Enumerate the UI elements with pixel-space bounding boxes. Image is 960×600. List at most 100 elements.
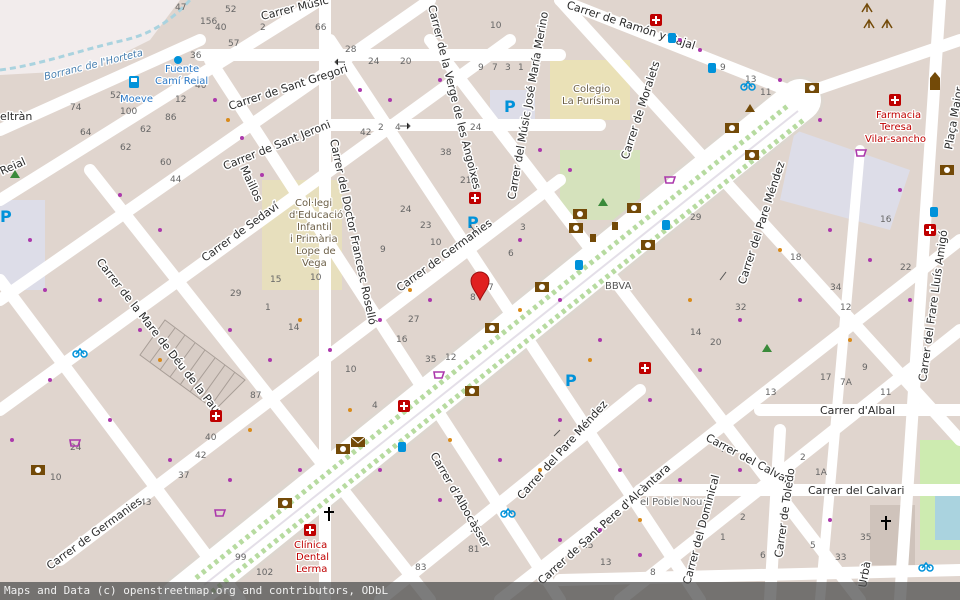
pharmacy-icon	[398, 400, 410, 412]
poi-label-fuente-line1: Fuente	[165, 64, 199, 75]
house-number: 9	[720, 63, 726, 73]
house-number: 35	[425, 355, 436, 365]
house-number: 15	[270, 275, 281, 285]
house-number: 8	[470, 293, 476, 303]
map-attribution[interactable]: Maps and Data (c) openstreetmap.org and …	[0, 582, 960, 600]
house-number: 16	[880, 215, 892, 225]
poi-label-clinica-line2: Dental	[296, 552, 329, 563]
house-number: 47	[175, 3, 186, 13]
bus-icon	[398, 442, 406, 452]
bank-icon	[745, 150, 759, 160]
bank-icon	[725, 123, 739, 133]
house-number: 24	[400, 205, 412, 215]
bank-icon	[336, 444, 350, 454]
house-number: 44	[170, 175, 182, 185]
house-number: 20	[710, 338, 722, 348]
house-number: 2	[740, 513, 746, 523]
poi-label-clinica-line1: Clínica	[294, 539, 327, 551]
house-number: 20	[400, 57, 412, 67]
street-label-carrer-albal: Carrer d'Albal	[820, 404, 895, 417]
house-number: 28	[345, 45, 357, 55]
house-number: 11	[880, 388, 891, 398]
pharmacy-icon	[469, 192, 481, 204]
poi-label-collegi-line3: Infantil	[297, 222, 332, 233]
bank-icon	[31, 465, 45, 475]
bank-icon	[641, 240, 655, 250]
poi-label-clinica-line3: Lerma	[296, 564, 327, 575]
house-number: 12	[840, 303, 851, 313]
house-number: 1	[518, 63, 524, 73]
house-number: 42	[360, 128, 371, 138]
post-office-icon	[350, 436, 366, 447]
house-number: 29	[230, 289, 242, 299]
house-number: 24	[470, 123, 482, 133]
house-number: 13	[765, 388, 776, 398]
house-number: 8	[650, 568, 656, 578]
house-number: 7	[492, 63, 498, 73]
house-number: 33	[835, 553, 846, 563]
house-number: 1	[720, 533, 726, 543]
poi-label-poble-nou: el Poble Nou	[640, 497, 702, 508]
poi-label-farmacia-line1: Farmacia	[876, 110, 921, 121]
house-number: 18	[790, 253, 802, 263]
house-number: 62	[140, 125, 151, 135]
poi-label-collegi-line4: i Primària	[290, 233, 338, 245]
map-canvas[interactable]: 156 52 40 47 2 57 36 66 28 20 24 9 7 3 1…	[0, 0, 960, 600]
house-number: 57	[228, 39, 239, 49]
house-number: 6	[508, 249, 514, 259]
house-number: 66	[315, 23, 327, 33]
house-number: 81	[468, 545, 479, 555]
house-number: 87	[250, 391, 261, 401]
poi-label-farmacia-line2: Teresa	[879, 122, 912, 133]
poi-label-collegi-line6: Vega	[302, 258, 327, 269]
poi-label-collegi-line1: Col·legi	[295, 198, 332, 209]
bus-icon	[930, 207, 938, 217]
fuel-icon	[129, 76, 139, 88]
bus-icon	[575, 260, 583, 270]
house-number: 2	[378, 123, 384, 133]
house-number: 14	[288, 323, 300, 333]
house-number: 40	[205, 433, 217, 443]
poi-label-fuente-line2: Camí Reial	[155, 75, 208, 87]
house-number: 12	[445, 353, 456, 363]
house-number: 37	[178, 471, 189, 481]
house-number: 100	[120, 107, 137, 117]
bank-icon	[940, 165, 954, 175]
bank-icon	[278, 498, 292, 508]
house-number: 4	[372, 401, 378, 411]
house-number: 16	[396, 335, 408, 345]
house-number: 9	[380, 245, 386, 255]
house-number: 62	[120, 143, 131, 153]
house-number: 74	[70, 103, 82, 113]
street-label-beltran: eltràn	[0, 110, 32, 123]
house-number: 13	[600, 558, 611, 568]
house-number: 34	[830, 283, 842, 293]
house-number: 10	[50, 473, 62, 483]
house-number: 22	[900, 263, 911, 273]
bus-icon	[668, 33, 676, 43]
house-number: 60	[160, 158, 172, 168]
house-number: 102	[256, 568, 273, 578]
house-number: 17	[820, 373, 831, 383]
bank-icon	[805, 83, 819, 93]
pharmacy-icon	[650, 14, 662, 26]
bank-icon	[485, 323, 499, 333]
house-number: 52	[225, 5, 236, 15]
house-number: 10	[430, 238, 442, 248]
house-number: 86	[165, 113, 177, 123]
house-number: 83	[415, 563, 426, 573]
map-svg: 156 52 40 47 2 57 36 66 28 20 24 9 7 3 1…	[0, 0, 960, 600]
bank-icon	[465, 386, 479, 396]
house-number: 7	[488, 283, 494, 293]
bank-icon	[573, 209, 587, 219]
house-number: 40	[215, 23, 227, 33]
street-label-carrer-del-calvari-2: Carrer del Calvari	[808, 484, 904, 497]
house-number: 9	[862, 363, 868, 373]
parking-icon: P	[504, 97, 516, 116]
house-number: 1	[265, 303, 271, 313]
house-number: 10	[310, 273, 322, 283]
artwork-icon	[612, 222, 618, 230]
artwork-icon	[590, 234, 596, 242]
house-number: 10	[345, 365, 357, 375]
poi-label-moeve: Moeve	[120, 94, 153, 105]
